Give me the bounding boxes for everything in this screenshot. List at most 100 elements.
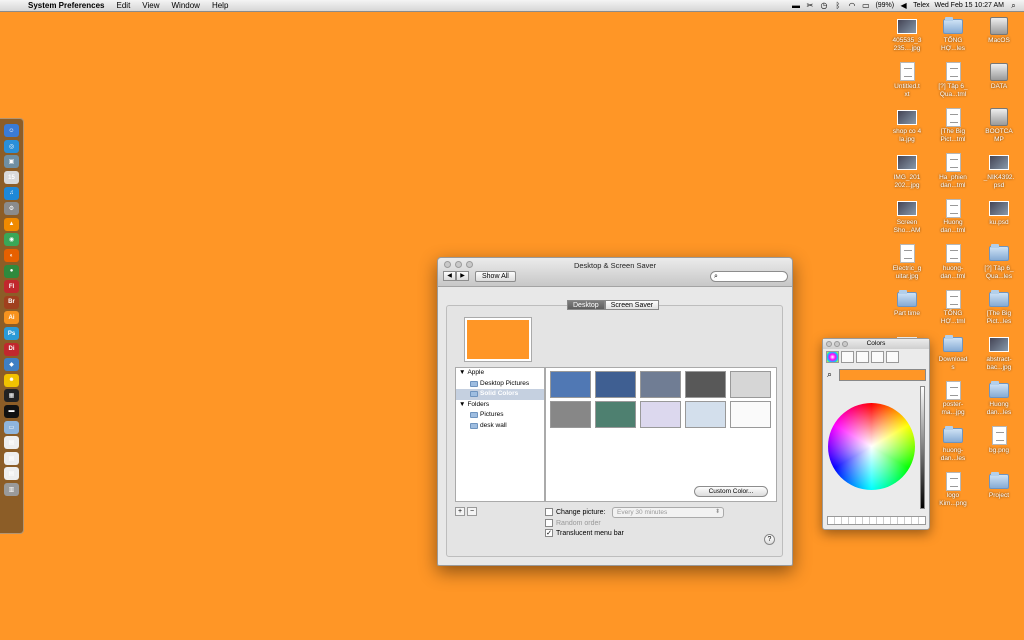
disclosure-triangle-icon[interactable]: ▼	[459, 368, 465, 379]
dock-document3-icon[interactable]: ▤	[4, 467, 19, 481]
desktop-icon[interactable]: MacOS	[973, 16, 1024, 60]
colors-titlebar[interactable]: Colors	[823, 339, 929, 349]
timemachine-icon[interactable]: ◷	[819, 1, 828, 10]
search-input[interactable]: ⌕	[710, 271, 788, 282]
show-all-button[interactable]: Show All	[475, 271, 516, 282]
desktop-icon[interactable]: [The Big Pict...tml	[927, 107, 979, 151]
dock-photoshop-icon[interactable]: Ps	[4, 327, 19, 341]
source-list-item[interactable]: ▼ Apple	[456, 368, 544, 379]
dock-firefox-icon[interactable]: ◐	[4, 249, 19, 263]
battery-percent[interactable]: (99%)	[875, 2, 894, 9]
translucent-menu-bar-box[interactable]: ✓	[545, 529, 553, 537]
desktop-icon[interactable]: BOOTCA MP	[973, 107, 1024, 151]
disclosure-triangle-icon[interactable]: ▼	[459, 400, 465, 411]
add-folder-button[interactable]: +	[455, 507, 465, 516]
dock-finder-icon[interactable]: ☺	[4, 124, 19, 138]
desktop-icon[interactable]: Part time	[881, 289, 933, 333]
forward-button[interactable]: ▶	[456, 271, 469, 281]
desktop-icon[interactable]: Untitled.t xt	[881, 62, 933, 106]
desktop-icon[interactable]: poster- ma...jpg	[927, 380, 979, 424]
source-list-item[interactable]: desk wall	[456, 421, 544, 432]
color-wheel[interactable]	[828, 403, 915, 490]
dock-itunes-icon[interactable]: ♫	[4, 186, 19, 200]
dock-preferences-icon[interactable]: ⚙	[4, 202, 19, 216]
desktop-icon[interactable]: huong- dan...les	[927, 426, 979, 470]
color-swatch[interactable]	[550, 371, 591, 398]
color-swatch[interactable]	[685, 401, 726, 428]
desktop-icon[interactable]: IMG_201 202...jpg	[881, 153, 933, 197]
window-titlebar[interactable]: Desktop & Screen Saver ◀ ▶ Show All ⌕	[438, 258, 792, 287]
color-swatch[interactable]	[685, 371, 726, 398]
custom-color-button[interactable]: Custom Color...	[694, 486, 768, 497]
desktop-icon[interactable]: TỔNG HỢ...les	[927, 16, 979, 60]
dock-preview-icon[interactable]: ▣	[4, 155, 19, 169]
color-swatch[interactable]	[730, 401, 771, 428]
dock-folder-icon[interactable]: ▭	[4, 420, 19, 434]
desktop-icon[interactable]: Ha_phien dan...tml	[927, 153, 979, 197]
menu-edit[interactable]: Edit	[111, 0, 137, 12]
colors-zoom-button[interactable]	[842, 341, 848, 347]
menu-app-name[interactable]: System Preferences	[22, 0, 111, 12]
colors-close-button[interactable]	[826, 341, 832, 347]
dock-calendar-icon[interactable]: 15	[4, 171, 19, 185]
color-swatch[interactable]	[595, 401, 636, 428]
desktop-icon[interactable]: Project	[973, 471, 1024, 515]
desktop-icon[interactable]: TỔNG HỢ...tml	[927, 289, 979, 333]
desktop-icon[interactable]: Electric_g uitar.jpg	[881, 244, 933, 288]
desktop-icon[interactable]: Huong dan...tml	[927, 198, 979, 242]
wifi-icon[interactable]: ◠	[847, 1, 856, 10]
volume-icon[interactable]: ◀	[899, 1, 908, 10]
dock-document2-icon[interactable]: ▤	[4, 451, 19, 465]
back-button[interactable]: ◀	[443, 271, 456, 281]
desktop-icon[interactable]: bg.png	[973, 426, 1024, 470]
desktop-icon[interactable]: huong- dan...tml	[927, 244, 979, 288]
menu-help[interactable]: Help	[206, 0, 234, 12]
desktop-icon[interactable]: shop co 4 la.jpg	[881, 107, 933, 151]
folder-menu-icon[interactable]: ▬	[791, 1, 800, 10]
color-swatch[interactable]	[640, 371, 681, 398]
desktop-icon[interactable]: ku.psd	[973, 198, 1024, 242]
color-swatch[interactable]	[595, 371, 636, 398]
desktop-icon[interactable]: 405535_3 235....jpg	[881, 16, 933, 60]
desktop-icon[interactable]: DATA	[973, 62, 1024, 106]
change-interval-select[interactable]: Every 30 minutes	[612, 507, 724, 518]
magnifier-icon[interactable]: ⌕	[827, 369, 832, 380]
color-swatch-strip[interactable]	[827, 516, 926, 525]
color-sliders-tab-icon[interactable]	[841, 351, 854, 363]
random-order-box[interactable]	[545, 519, 553, 527]
dock-terminal-icon[interactable]: ▬	[4, 404, 19, 418]
tab-screen-saver[interactable]: Screen Saver	[604, 300, 660, 310]
spotlight-icon[interactable]: ⌕	[1009, 1, 1018, 10]
desktop-icon[interactable]: [The Big Pict...les	[973, 289, 1024, 333]
desktop-icon[interactable]: [?] Tập 6_ Qua...les	[973, 244, 1024, 288]
brightness-slider[interactable]	[920, 386, 925, 509]
desktop-icon[interactable]: Huong dan...les	[973, 380, 1024, 424]
desktop-icon[interactable]: abstract- bac...jpg	[973, 335, 1024, 379]
dock-messenger-icon[interactable]: ☻	[4, 373, 19, 387]
dock-app2-icon[interactable]: ◆	[4, 358, 19, 372]
remove-folder-button[interactable]: −	[467, 507, 477, 516]
tools-menu-icon[interactable]: ✂	[805, 1, 814, 10]
dock-safari-icon[interactable]: ◎	[4, 139, 19, 153]
clock[interactable]: Wed Feb 15 10:27 AM	[934, 2, 1004, 9]
color-swatch[interactable]	[640, 401, 681, 428]
color-swatch[interactable]	[730, 371, 771, 398]
color-swatch[interactable]	[550, 401, 591, 428]
bluetooth-icon[interactable]: ᛒ	[833, 1, 842, 10]
source-list-item[interactable]: ▼ Folders	[456, 400, 544, 411]
desktop-icon[interactable]: Download s	[927, 335, 979, 379]
source-list-item[interactable]: Solid Colors	[456, 389, 544, 400]
help-button[interactable]: ?	[764, 534, 775, 545]
desktop-icon[interactable]: Screen Sho...AM	[881, 198, 933, 242]
dock-director-icon[interactable]: Di	[4, 342, 19, 356]
random-order-checkbox[interactable]: Random order	[545, 519, 601, 527]
source-list-item[interactable]: Desktop Pictures	[456, 379, 544, 390]
color-palettes-tab-icon[interactable]	[856, 351, 869, 363]
dock-bridge-icon[interactable]: Br	[4, 295, 19, 309]
image-palettes-tab-icon[interactable]	[871, 351, 884, 363]
color-wheel-tab-icon[interactable]	[826, 351, 839, 363]
dock-flash-icon[interactable]: Fl	[4, 280, 19, 294]
menu-window[interactable]: Window	[166, 0, 206, 12]
dock-document-icon[interactable]: ▤	[4, 436, 19, 450]
crayons-tab-icon[interactable]	[886, 351, 899, 363]
